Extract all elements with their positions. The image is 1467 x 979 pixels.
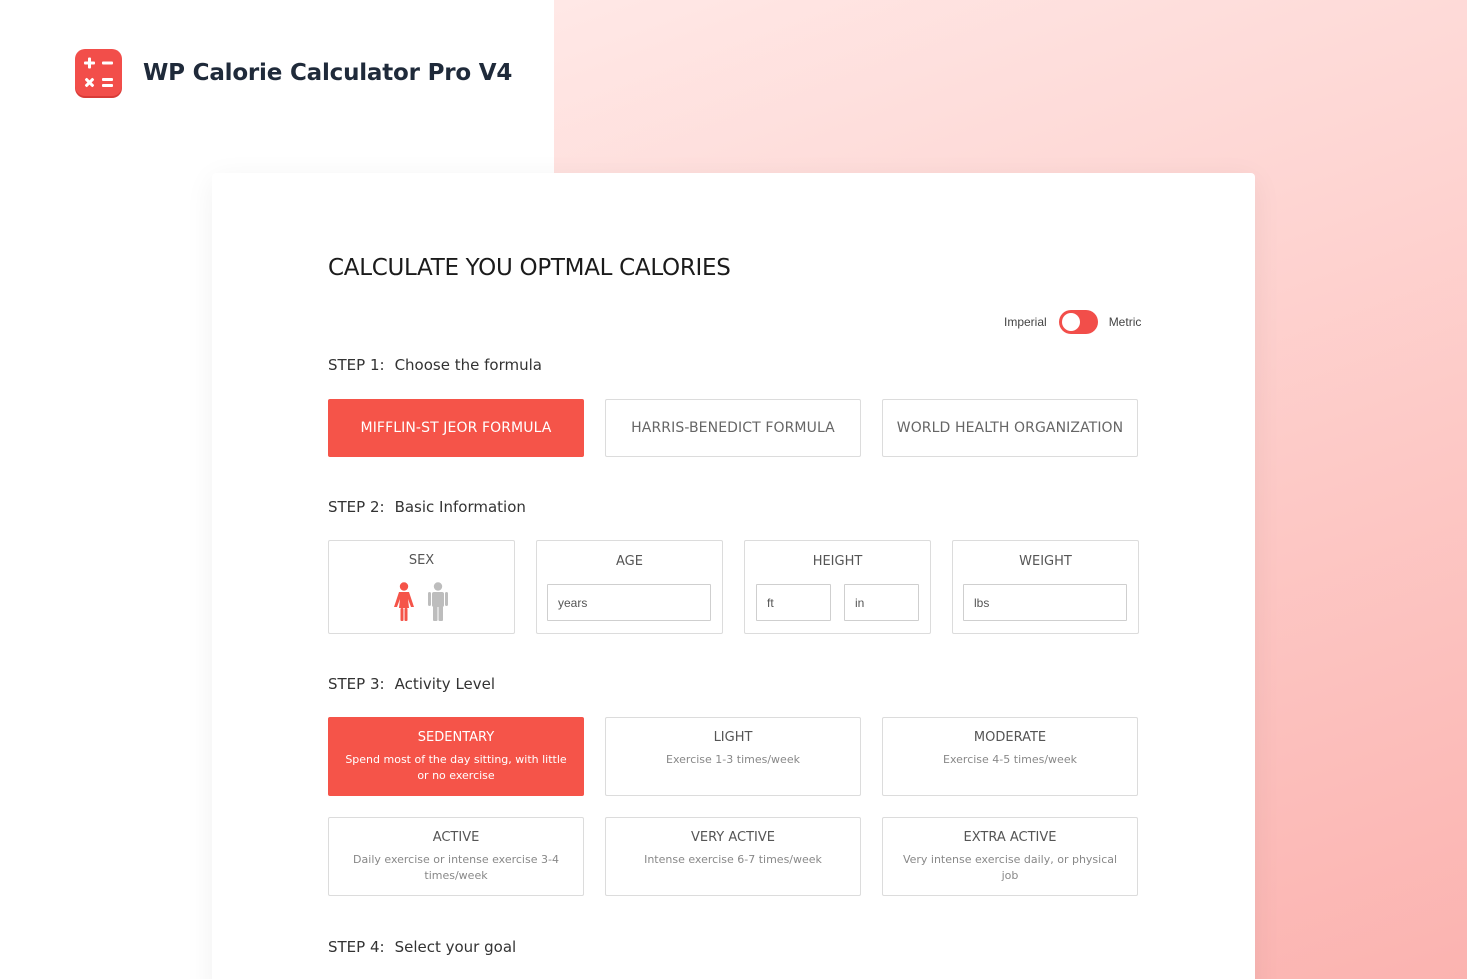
activity-title: SEDENTARY [417, 730, 495, 745]
activity-title: ACTIVE [432, 830, 480, 845]
activity-title: LIGHT [713, 730, 753, 745]
sex-box: SEX [328, 540, 515, 634]
activity-desc: Spend most of the day sitting, with litt… [345, 753, 567, 782]
activity-light[interactable]: LIGHT Exercise 1-3 times/week [605, 717, 861, 796]
step-label: Select your goal [394, 938, 517, 956]
step-1-title: STEP 1: Choose the formula [328, 356, 542, 374]
calculator-icon [75, 49, 122, 96]
sex-label: SEX [408, 553, 435, 568]
activity-title: VERY ACTIVE [690, 830, 775, 845]
activity-desc: Intense exercise 6-7 times/week [644, 853, 822, 866]
step-label: Activity Level [394, 675, 496, 693]
step-number: STEP 4: [328, 938, 385, 956]
weight-label: WEIGHT [1019, 554, 1072, 569]
formula-mifflin-button[interactable]: MIFFLIN-ST JEOR FORMULA [328, 399, 584, 457]
activity-title: EXTRA ACTIVE [963, 830, 1057, 845]
activity-active[interactable]: ACTIVE Daily exercise or intense exercis… [328, 817, 584, 896]
step-number: STEP 3: [328, 675, 385, 693]
activity-moderate[interactable]: MODERATE Exercise 4-5 times/week [882, 717, 1138, 796]
age-box: AGE [536, 540, 723, 634]
step-label: Basic Information [394, 498, 526, 516]
height-box: HEIGHT [744, 540, 931, 634]
step-2-title: STEP 2: Basic Information [328, 498, 526, 516]
age-label: AGE [616, 554, 643, 569]
metric-label[interactable]: Metric [1109, 315, 1142, 329]
calculator-card: CALCULATE YOU OPTMAL CALORIES Imperial M… [212, 173, 1255, 979]
brand-title: WP Calorie Calculator Pro V4 [143, 59, 513, 86]
toggle-knob [1061, 313, 1080, 331]
step-3-title: STEP 3: Activity Level [328, 675, 495, 693]
step-number: STEP 2: [328, 498, 385, 516]
unit-toggle[interactable] [1058, 310, 1098, 334]
activity-very-active[interactable]: VERY ACTIVE Intense exercise 6-7 times/w… [605, 817, 861, 896]
activity-desc: Very intense exercise daily, or physical… [902, 853, 1118, 882]
step-4-title: STEP 4: Select your goal [328, 938, 516, 956]
height-label: HEIGHT [812, 554, 863, 569]
imperial-label[interactable]: Imperial [1004, 315, 1047, 329]
activity-desc: Exercise 4-5 times/week [943, 753, 1077, 766]
formula-who-button[interactable]: WORLD HEALTH ORGANIZATION [882, 399, 1138, 457]
unit-switch: Imperial Metric [1004, 310, 1141, 334]
male-icon[interactable] [427, 582, 449, 622]
step-label: Choose the formula [394, 356, 542, 374]
step-number: STEP 1: [328, 356, 385, 374]
female-icon[interactable] [392, 582, 416, 622]
activity-desc: Exercise 1-3 times/week [666, 753, 800, 766]
age-input[interactable] [547, 584, 711, 621]
activity-title: MODERATE [973, 730, 1047, 745]
height-in-input[interactable] [844, 584, 919, 621]
height-ft-input[interactable] [756, 584, 831, 621]
weight-box: WEIGHT [952, 540, 1139, 634]
activity-sedentary[interactable]: SEDENTARY Spend most of the day sitting,… [328, 717, 584, 796]
activity-desc: Daily exercise or intense exercise 3-4 t… [353, 853, 559, 882]
brand-header: WP Calorie Calculator Pro V4 [75, 49, 512, 96]
activity-extra-active[interactable]: EXTRA ACTIVE Very intense exercise daily… [882, 817, 1138, 896]
sex-options [392, 582, 449, 622]
formula-harris-button[interactable]: HARRIS-BENEDICT FORMULA [605, 399, 861, 457]
calculator-heading: CALCULATE YOU OPTMAL CALORIES [328, 255, 731, 281]
weight-input[interactable] [963, 584, 1127, 621]
